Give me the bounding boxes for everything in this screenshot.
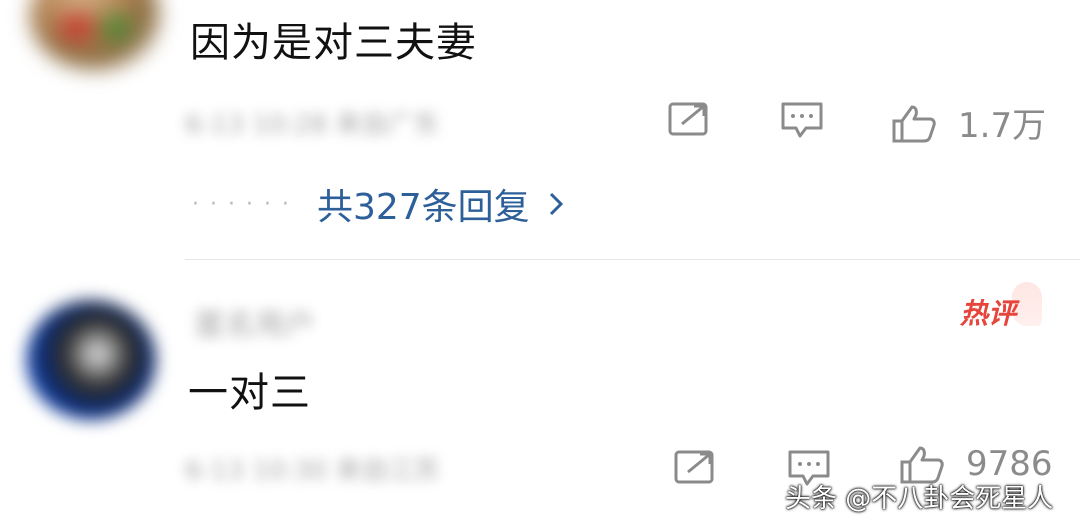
comment-text: 因为是对三夫妻 bbox=[190, 20, 477, 66]
view-replies-link[interactable]: 共327条回复 bbox=[317, 178, 564, 230]
comment-meta: 6-13 10:28 来自广东 bbox=[185, 110, 440, 140]
avatar[interactable] bbox=[30, 0, 160, 70]
share-button[interactable] bbox=[666, 100, 714, 144]
hot-comment-badge: 热评 bbox=[960, 282, 1042, 336]
author-name[interactable]: 匿名用户 bbox=[195, 300, 315, 344]
thumb-up-icon bbox=[892, 105, 936, 142]
share-icon bbox=[668, 102, 708, 136]
like-button[interactable]: 1.7万 bbox=[890, 98, 1046, 147]
watermark: 头条 @不八卦会死星人 bbox=[785, 484, 1054, 514]
chevron-right-icon bbox=[549, 192, 563, 216]
replies-label: 共327条回复 bbox=[316, 187, 530, 228]
divider bbox=[185, 259, 1080, 260]
like-count: 1.7万 bbox=[958, 106, 1047, 146]
avatar[interactable] bbox=[26, 300, 156, 420]
share-button[interactable] bbox=[672, 448, 720, 492]
ellipsis-icon: · · · · · · bbox=[192, 191, 291, 217]
replies-row[interactable]: · · · · · · 共327条回复 bbox=[192, 178, 564, 230]
comment-button[interactable] bbox=[778, 100, 826, 144]
comment-icon bbox=[781, 102, 823, 138]
comment-text: 一对三 bbox=[188, 370, 311, 416]
share-icon bbox=[674, 450, 714, 484]
comment-meta: 6-13 10:30 来自江苏 bbox=[185, 456, 440, 486]
